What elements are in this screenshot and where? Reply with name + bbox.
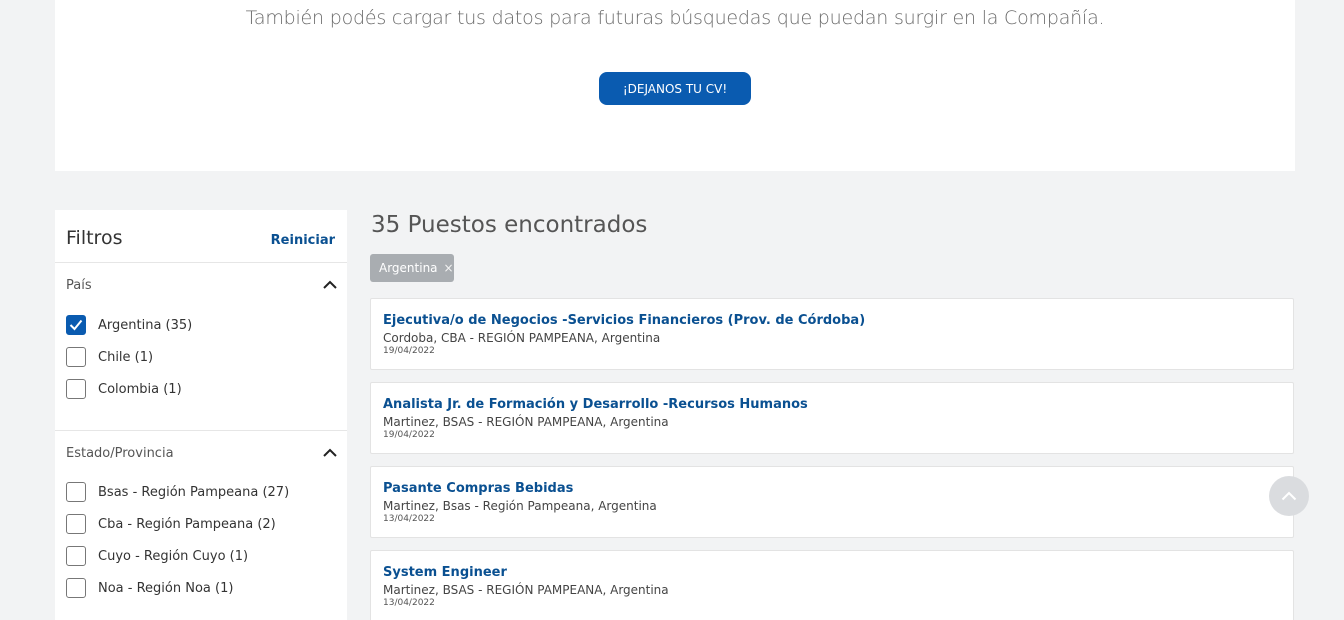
job-title-link[interactable]: Ejecutiva/o de Negocios -Servicios Finan… [383,313,865,328]
filter-option-label: Noa - Región Noa (1) [98,580,234,596]
leave-cv-button[interactable]: ¡DEJANOS TU CV! [599,72,751,105]
close-icon[interactable]: × [444,261,454,275]
filter-option-label: Cba - Región Pampeana (2) [98,516,276,532]
filter-option-colombia[interactable]: Colombia (1) [66,379,182,399]
filter-option-chile[interactable]: Chile (1) [66,347,153,367]
chip-label: Argentina [379,261,438,275]
filter-option-label: Argentina (35) [98,317,193,333]
job-location: Martinez, BSAS - REGIÓN PAMPEANA, Argent… [383,583,669,597]
job-location: Martinez, BSAS - REGIÓN PAMPEANA, Argent… [383,415,669,429]
job-title-link[interactable]: Analista Jr. de Formación y Desarrollo -… [383,397,808,412]
filter-option-label: Cuyo - Región Cuyo (1) [98,548,249,564]
job-card[interactable]: Ejecutiva/o de Negocios -Servicios Finan… [370,298,1294,370]
active-filter-chip: Argentina × [370,254,454,282]
chevron-up-icon[interactable] [323,448,337,458]
filter-group-country: País Argentina (35) Chile (1) Colombia (… [55,263,347,431]
promo-message: También podés cargar tus datos para futu… [245,7,1105,29]
job-card[interactable]: Analista Jr. de Formación y Desarrollo -… [370,382,1294,454]
checkbox[interactable] [66,379,86,399]
filters-title: Filtros [66,227,123,249]
chevron-up-icon [1281,491,1297,501]
checkbox[interactable] [66,482,86,502]
filters-panel: Filtros Reiniciar País Argentina (35) Ch… [55,210,347,620]
scroll-to-top-button[interactable] [1269,476,1309,516]
job-location: Martinez, Bsas - Región Pampeana, Argent… [383,499,657,513]
filter-option-label: Colombia (1) [98,381,182,397]
filter-option-bsas[interactable]: Bsas - Región Pampeana (27) [66,482,289,502]
reset-filters-link[interactable]: Reiniciar [271,233,335,248]
checkbox[interactable] [66,578,86,598]
job-card[interactable]: Pasante Compras Bebidas Martinez, Bsas -… [370,466,1294,538]
cv-promo-panel: También podés cargar tus datos para futu… [55,0,1295,171]
filter-option-argentina[interactable]: Argentina (35) [66,315,192,335]
job-location: Cordoba, CBA - REGIÓN PAMPEANA, Argentin… [383,331,661,345]
filter-option-label: Bsas - Región Pampeana (27) [98,484,290,500]
filter-group-state: Estado/Provincia Bsas - Región Pampeana … [55,431,347,620]
filter-option-label: Chile (1) [98,349,154,365]
job-date: 13/04/2022 [383,514,435,524]
job-date: 19/04/2022 [383,346,435,356]
filter-option-noa[interactable]: Noa - Región Noa (1) [66,578,233,598]
filter-option-cuyo[interactable]: Cuyo - Región Cuyo (1) [66,546,248,566]
check-icon [69,319,83,331]
filter-group-title: País [66,278,92,293]
job-date: 19/04/2022 [383,430,435,440]
job-card[interactable]: System Engineer Martinez, BSAS - REGIÓN … [370,550,1294,620]
filters-header: Filtros Reiniciar [55,210,347,263]
checkbox[interactable] [66,347,86,367]
filter-group-title: Estado/Provincia [66,446,174,461]
results-count-title: 35 Puestos encontrados [371,212,648,238]
checkbox[interactable] [66,514,86,534]
filter-option-cba[interactable]: Cba - Región Pampeana (2) [66,514,276,534]
checkbox-checked[interactable] [66,315,86,335]
chevron-up-icon[interactable] [323,280,337,290]
job-title-link[interactable]: Pasante Compras Bebidas [383,481,573,496]
job-date: 13/04/2022 [383,598,435,608]
checkbox[interactable] [66,546,86,566]
job-title-link[interactable]: System Engineer [383,565,507,580]
